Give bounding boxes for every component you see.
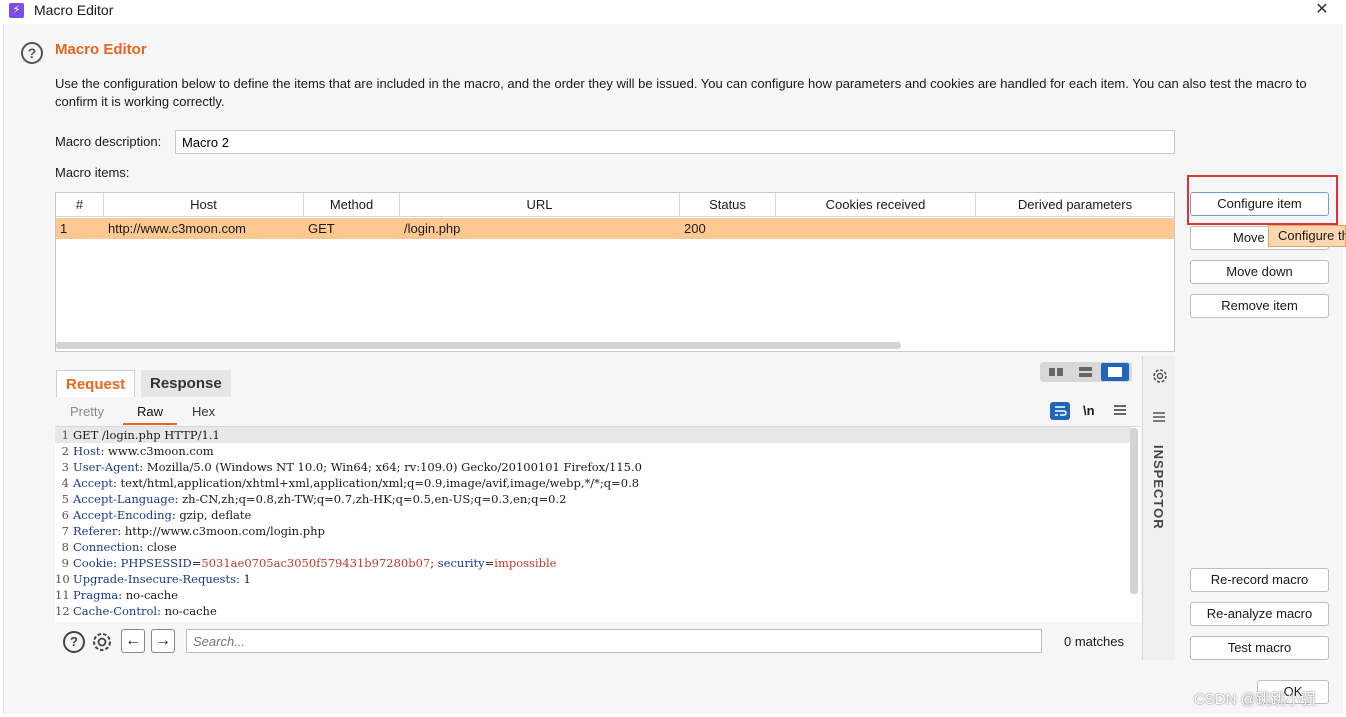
request-editor[interactable]: 1 GET /login.php HTTP/1.1 2 Host: www.c3mo… xyxy=(55,426,1141,622)
macro-description-input[interactable] xyxy=(175,130,1175,154)
cell-status: 200 xyxy=(684,221,706,236)
macro-description-label: Macro description: xyxy=(55,134,162,149)
column-header-cookies[interactable]: Cookies received xyxy=(776,193,976,217)
macro-items-table: # Host Method URL Status Cookies receive… xyxy=(55,192,1175,352)
table-horizontal-scrollbar[interactable] xyxy=(56,342,901,349)
editor-vertical-scrollbar[interactable] xyxy=(1130,428,1138,594)
request-line: 12 Cache-Control: no-cache xyxy=(55,604,217,618)
layout-toggle xyxy=(1040,362,1132,382)
search-input[interactable] xyxy=(186,629,1042,653)
split-horizontal-icon[interactable] xyxy=(1042,363,1070,381)
window-title: Macro Editor xyxy=(34,2,114,18)
tab-request[interactable]: Request xyxy=(56,370,136,397)
title-bar xyxy=(0,0,1346,22)
subtab-raw[interactable]: Raw xyxy=(137,404,163,419)
request-line-cookie: 9 Cookie: PHPSESSID=5031ae0705ac3050f5794… xyxy=(61,556,557,570)
cell-url: /login.php xyxy=(404,221,461,236)
macro-items-label: Macro items: xyxy=(55,165,130,180)
column-header-number[interactable]: # xyxy=(56,193,104,217)
request-line: 2 Host: www.c3moon.com xyxy=(61,444,214,458)
re-analyze-macro-button[interactable]: Re-analyze macro xyxy=(1190,602,1329,626)
page-title: Macro Editor xyxy=(55,41,147,58)
re-record-macro-button[interactable]: Re-record macro xyxy=(1190,568,1329,592)
description-text: Use the configuration below to define th… xyxy=(55,76,1307,109)
help-icon[interactable]: ? xyxy=(21,42,43,64)
app-lightning-icon: ⚡ xyxy=(9,3,24,18)
request-line: 8 Connection: close xyxy=(61,540,177,554)
match-count: 0 matches xyxy=(1064,634,1124,649)
gear-icon[interactable] xyxy=(1150,366,1170,386)
column-header-url[interactable]: URL xyxy=(400,193,680,217)
tooltip: Configure the selected item xyxy=(1268,225,1346,247)
raw-underline xyxy=(123,423,177,425)
inspector-label[interactable]: INSPECTOR xyxy=(1151,445,1166,530)
column-header-derived[interactable]: Derived parameters xyxy=(976,193,1174,217)
split-vertical-icon[interactable] xyxy=(1072,363,1100,381)
request-line: 10 Upgrade-Insecure-Requests: 1 xyxy=(55,572,251,586)
request-line: 11 Pragma: no-cache xyxy=(55,588,178,602)
word-wrap-icon[interactable] xyxy=(1050,402,1070,420)
cell-number: 1 xyxy=(60,221,68,236)
request-line: 3 User-Agent: Mozilla/5.0 (Windows NT 10.… xyxy=(61,460,642,474)
subtab-pretty[interactable]: Pretty xyxy=(70,404,104,419)
watermark: CSDN @跳跳小强 xyxy=(1194,691,1316,708)
close-icon[interactable]: ✕ xyxy=(1310,0,1334,20)
request-line: 1 GET /login.php HTTP/1.1 xyxy=(55,427,1131,443)
subtab-hex[interactable]: Hex xyxy=(192,404,215,419)
inspector-menu-icon[interactable] xyxy=(1151,410,1167,424)
tab-response[interactable]: Response xyxy=(141,370,231,397)
request-line: 6 Accept-Encoding: gzip, deflate xyxy=(61,508,252,522)
single-view-icon[interactable] xyxy=(1101,363,1129,381)
column-header-host[interactable]: Host xyxy=(104,193,304,217)
cell-method: GET xyxy=(308,221,335,236)
help-icon[interactable]: ? xyxy=(63,631,85,653)
remove-item-button[interactable]: Remove item xyxy=(1190,294,1329,318)
request-line: 7 Referer: http://www.c3moon.com/login.ph… xyxy=(61,524,325,538)
column-header-status[interactable]: Status xyxy=(680,193,776,217)
search-settings-gear-icon[interactable] xyxy=(90,630,114,654)
request-line: 4 Accept: text/html,application/xhtml+xml… xyxy=(61,476,640,490)
move-down-button[interactable]: Move down xyxy=(1190,260,1329,284)
cell-host: http://www.c3moon.com xyxy=(108,221,246,236)
column-header-method[interactable]: Method xyxy=(304,193,400,217)
configure-item-button[interactable]: Configure item xyxy=(1190,192,1329,216)
newline-toggle[interactable]: \n xyxy=(1083,403,1095,418)
previous-arrow-icon[interactable]: ← xyxy=(121,629,145,653)
table-row[interactable]: 1 http://www.c3moon.com GET /login.php 2… xyxy=(56,218,1174,239)
next-arrow-icon[interactable]: → xyxy=(151,629,175,653)
test-macro-button[interactable]: Test macro xyxy=(1190,636,1329,660)
menu-icon[interactable] xyxy=(1112,403,1128,417)
request-line: 5 Accept-Language: zh-CN,zh;q=0.8,zh-TW;q… xyxy=(61,492,567,506)
